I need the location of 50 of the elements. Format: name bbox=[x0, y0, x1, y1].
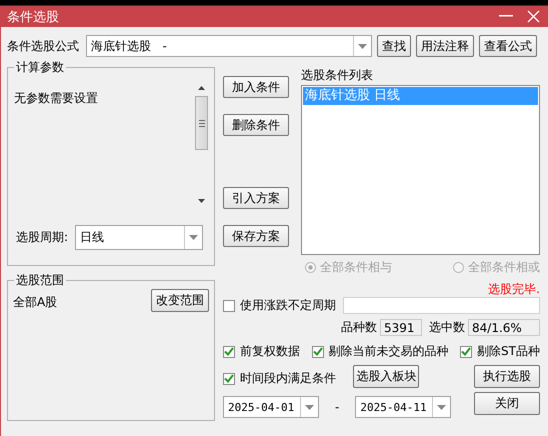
scope-text: 全部A股 bbox=[13, 294, 58, 311]
formula-button[interactable]: 用法注释 bbox=[416, 35, 474, 57]
stat-label: 品种数 bbox=[341, 319, 377, 336]
action-button[interactable]: 引入方案 bbox=[223, 187, 289, 209]
params-message: 无参数需要设置 bbox=[14, 90, 98, 107]
checkbox-label: 时间段内满足条件 bbox=[240, 370, 336, 387]
dropdown-arrow-icon bbox=[437, 404, 446, 410]
checkbox[interactable] bbox=[312, 346, 324, 358]
checkbox-label: 前复权数据 bbox=[240, 343, 300, 360]
checkbox-label: 剔除ST品种 bbox=[477, 343, 540, 360]
period-input-field[interactable] bbox=[343, 297, 540, 314]
group-title: 选股范围 bbox=[14, 273, 66, 287]
end-date-picker[interactable]: 2025-04-11 bbox=[355, 396, 452, 418]
date-separator: - bbox=[335, 400, 340, 414]
window-title: 条件选股 bbox=[7, 8, 59, 26]
formula-label: 条件选股公式 bbox=[7, 38, 79, 54]
scroll-up-arrow-icon[interactable] bbox=[198, 86, 205, 90]
formula-dropdown[interactable]: 海底针选股 - bbox=[86, 35, 372, 57]
add-to-block-button[interactable]: 选股入板块 bbox=[353, 365, 420, 388]
checkbox[interactable] bbox=[460, 346, 472, 358]
radio-label: 全部条件相或 bbox=[468, 259, 540, 276]
scroll-down-arrow-icon[interactable] bbox=[198, 199, 205, 203]
change-scope-button[interactable]: 改变范围 bbox=[151, 289, 209, 312]
minimize-icon[interactable] bbox=[499, 15, 513, 18]
period-dropdown[interactable]: 日线 bbox=[75, 225, 204, 250]
checkbox[interactable] bbox=[223, 372, 235, 384]
stat-value: 5391 bbox=[380, 319, 422, 336]
status-text: 选股完毕. bbox=[487, 281, 540, 296]
action-button[interactable]: 删除条件 bbox=[223, 114, 289, 136]
close-button[interactable]: 关闭 bbox=[474, 392, 540, 415]
action-button[interactable]: 加入条件 bbox=[223, 76, 289, 98]
formula-button[interactable]: 查找 bbox=[377, 35, 411, 57]
dropdown-arrow-icon bbox=[358, 44, 367, 48]
list-label: 选股条件列表 bbox=[301, 67, 374, 84]
checkbox[interactable] bbox=[223, 346, 235, 358]
dropdown-arrow-icon bbox=[305, 404, 314, 410]
checkbox[interactable] bbox=[223, 300, 235, 312]
action-button[interactable]: 保存方案 bbox=[223, 225, 289, 247]
period-label: 选股周期: bbox=[16, 229, 68, 246]
formula-button[interactable]: 查看公式 bbox=[479, 35, 537, 57]
stat-label: 选中数 bbox=[429, 319, 465, 336]
close-icon[interactable] bbox=[527, 10, 540, 23]
stat-value: 84/1.6% bbox=[468, 319, 540, 336]
start-date-picker[interactable]: 2025-04-01 bbox=[223, 396, 319, 418]
dropdown-arrow-icon bbox=[189, 235, 198, 240]
checkbox-label: 剔除当前未交易的品种 bbox=[328, 343, 449, 360]
radio-label: 全部条件相与 bbox=[320, 259, 392, 276]
run-button[interactable]: 执行选股 bbox=[474, 365, 540, 388]
checkbox-label: 使用涨跌不定周期 bbox=[240, 297, 336, 314]
group-title: 计算参数 bbox=[14, 60, 66, 74]
